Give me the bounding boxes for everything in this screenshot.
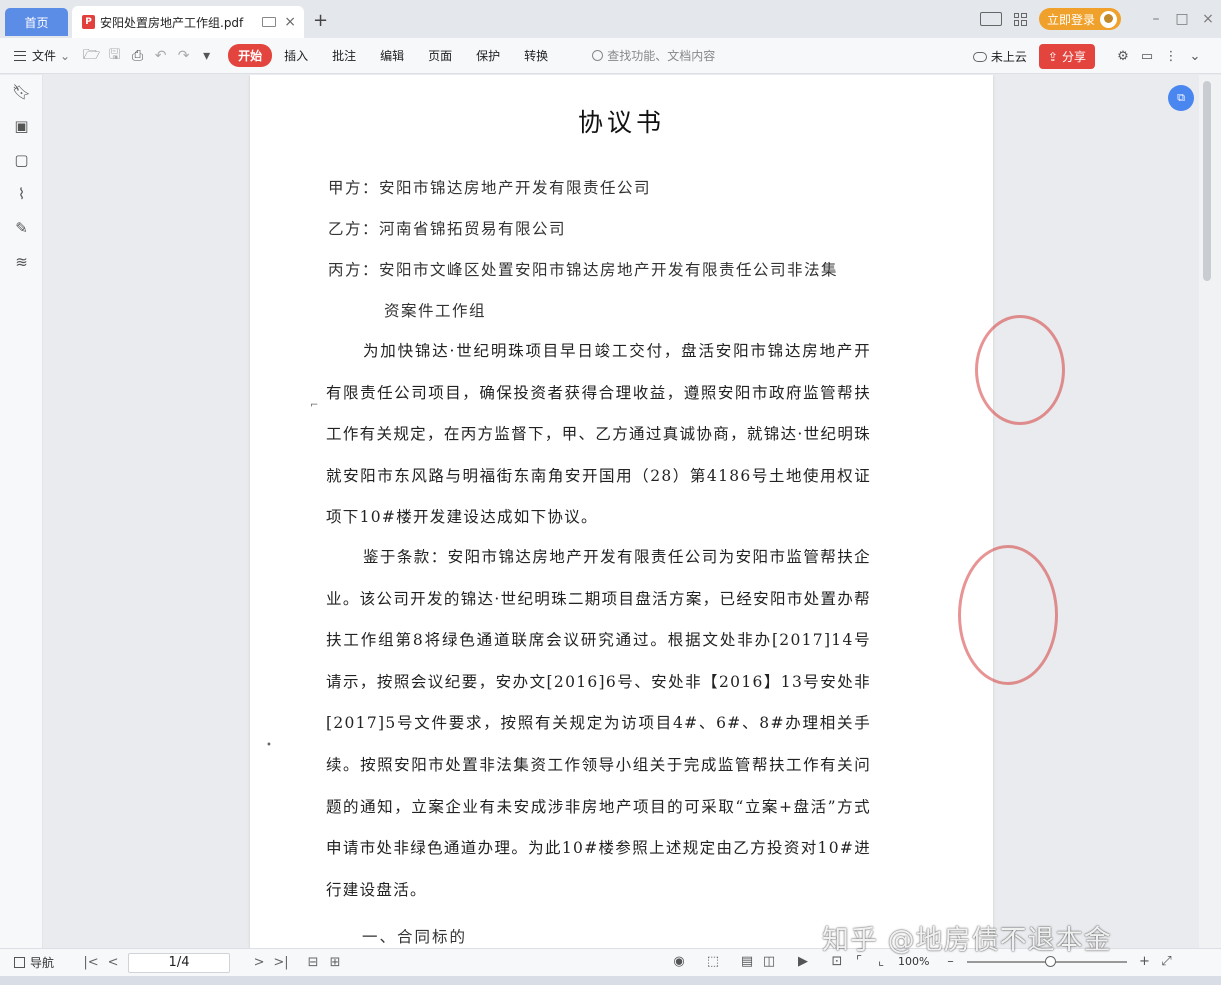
watermark: 知乎 @地房债不退本金 xyxy=(822,925,1112,956)
file-menu-label: 文件 xyxy=(32,49,57,63)
avatar-icon xyxy=(1100,10,1117,28)
tab-document[interactable]: P 安阳处置房地产工作组.pdf × xyxy=(72,6,304,38)
red-seal-stamp xyxy=(975,315,1065,425)
eye-protect-icon[interactable]: ◉ xyxy=(668,954,690,969)
scrollbar-thumb[interactable] xyxy=(1203,81,1211,281)
search-input[interactable]: 查找功能、文档内容 xyxy=(592,47,715,64)
single-page-icon[interactable]: ⬚ xyxy=(702,954,724,969)
cloud-icon xyxy=(972,51,987,62)
tab-protect[interactable]: 保护 xyxy=(476,47,500,64)
file-menu[interactable]: 文件 ⌄ xyxy=(14,47,70,64)
cloud-status[interactable]: 未上云 xyxy=(972,48,1027,65)
next-page-icon[interactable]: > xyxy=(248,955,270,970)
document-title: 协议书 xyxy=(577,108,665,137)
scan-mark: • xyxy=(266,740,272,751)
left-sidebar: 🔖︎ ▣ ▢ ⌇ ✎ ≋ xyxy=(0,75,43,948)
signature-icon[interactable]: ✎ xyxy=(0,211,43,245)
pdf-file-icon: P xyxy=(82,15,95,29)
minimize-button[interactable]: – xyxy=(1143,11,1169,27)
document-viewport[interactable]: 协议书 甲方：安阳市锦达房地产开发有限责任公司 乙方：河南省锦拓贸易有限公司 丙… xyxy=(44,75,1199,948)
tab-annotate[interactable]: 批注 xyxy=(332,47,356,64)
zoom-slider[interactable] xyxy=(967,955,1128,967)
main-toolbar: 文件 ⌄ 🗁 🖫 ⎙ ↶ ↷ ▾ 开始 插入 批注 编辑 页面 保护 转换 查找… xyxy=(0,38,1221,74)
save-icon[interactable]: 🖫 xyxy=(103,44,126,68)
more-quick-tools-icon[interactable]: ▾ xyxy=(195,48,218,64)
tab-edit[interactable]: 编辑 xyxy=(380,47,404,64)
close-button[interactable]: × xyxy=(1195,11,1221,27)
cloud-status-label: 未上云 xyxy=(990,50,1027,64)
vertical-scrollbar[interactable] xyxy=(1199,75,1221,948)
collapse-chevron-icon[interactable]: ⌄ xyxy=(1183,49,1207,64)
play-icon[interactable]: ▶ xyxy=(792,954,814,969)
prev-page-icon[interactable]: < xyxy=(102,955,124,970)
navigation-toggle[interactable]: 导航 xyxy=(14,954,54,971)
share-label: 分享 xyxy=(1061,50,1086,64)
floating-tool-button[interactable]: ⧉ xyxy=(1168,85,1194,111)
share-icon: ⇪ xyxy=(1047,49,1058,64)
login-label: 立即登录 xyxy=(1046,12,1095,27)
zoom-slider-handle[interactable] xyxy=(1045,955,1057,967)
tab-start[interactable]: 开始 xyxy=(228,44,273,67)
tab-document-title: 安阳处置房地产工作组.pdf xyxy=(100,15,244,30)
undo-icon[interactable]: ↶ xyxy=(149,48,172,64)
titlebar-controls: 立即登录 – □ × xyxy=(979,6,1221,32)
apps-grid-icon[interactable] xyxy=(1013,12,1027,26)
toolbar-right: 未上云 ⇪ 分享 ⚙ ▭ ⋮ ⌄ xyxy=(972,44,1207,69)
tab-home[interactable]: 首页 xyxy=(5,8,68,36)
first-page-icon[interactable]: |< xyxy=(80,955,102,970)
tab-bar: 首页 P 安阳处置房地产工作组.pdf × + 立即登录 – □ × xyxy=(0,0,1221,38)
search-placeholder: 查找功能、文档内容 xyxy=(607,49,716,63)
attachment-icon[interactable]: ⌇ xyxy=(0,177,43,211)
party-c-line1: 丙方：安阳市文峰区处置安阳市锦达房地产开发有限责任公司非法集 xyxy=(328,261,839,279)
more-icon[interactable]: ⋮ xyxy=(1159,49,1183,64)
tab-page[interactable]: 页面 xyxy=(428,47,452,64)
navigation-label: 导航 xyxy=(30,956,55,970)
tab-close-icon[interactable]: × xyxy=(284,14,296,30)
last-page-icon[interactable]: >| xyxy=(270,955,292,970)
scan-mark: ⌐ xyxy=(310,400,319,411)
party-a: 甲方：安阳市锦达房地产开发有限责任公司 xyxy=(328,179,652,197)
pdf-page: 协议书 甲方：安阳市锦达房地产开发有限责任公司 乙方：河南省锦拓贸易有限公司 丙… xyxy=(250,75,1065,948)
party-c-line2: 资案件工作组 xyxy=(384,302,487,320)
fullscreen-icon[interactable]: ⤢ xyxy=(1155,954,1177,969)
bookmark-icon[interactable]: 🔖︎ xyxy=(0,75,43,109)
paragraph-2: 鉴于条款：安阳市锦达房地产开发有限责任公司为安阳市监管帮扶企业。该公司开发的锦达… xyxy=(326,548,872,899)
party-b: 乙方：河南省锦拓贸易有限公司 xyxy=(328,220,567,238)
nav-panel-icon xyxy=(14,957,25,968)
search-icon xyxy=(592,50,604,61)
comment-panel-icon[interactable]: ▢ xyxy=(0,143,43,177)
login-button[interactable]: 立即登录 xyxy=(1038,8,1121,30)
settings-icon[interactable]: ⚙ xyxy=(1111,49,1135,64)
print-icon[interactable]: ⎙ xyxy=(126,48,149,64)
layers-icon[interactable]: ≋ xyxy=(0,245,43,279)
window-layout-icon[interactable] xyxy=(979,12,1002,26)
menu-icon xyxy=(14,50,26,61)
open-folder-icon[interactable]: 🗁 xyxy=(80,44,103,68)
page-number-input[interactable]: 1/4 xyxy=(128,952,231,973)
thumbnail-icon[interactable]: ▣ xyxy=(0,109,43,143)
comment-icon[interactable]: ▭ xyxy=(1135,49,1159,64)
tab-pin-icon[interactable] xyxy=(262,17,277,27)
enter-page-icon[interactable]: ⊞ xyxy=(324,955,346,970)
page-view-icon[interactable]: ▤ xyxy=(736,954,758,969)
os-taskbar xyxy=(0,976,1221,985)
zoom-in-icon[interactable]: + xyxy=(1133,954,1155,969)
new-tab-button[interactable]: + xyxy=(313,10,328,31)
tab-convert[interactable]: 转换 xyxy=(524,47,548,64)
tab-insert[interactable]: 插入 xyxy=(284,47,308,64)
paragraph-1: 为加快锦达·世纪明珠项目早日竣工交付，盘活安阳市锦达房地产开有限责任公司项目，确… xyxy=(326,342,871,527)
share-button[interactable]: ⇪ 分享 xyxy=(1038,44,1095,69)
exit-page-icon[interactable]: ⊟ xyxy=(302,955,324,970)
two-page-icon[interactable]: ◫ xyxy=(758,954,780,969)
maximize-button[interactable]: □ xyxy=(1169,11,1195,27)
chevron-down-icon: ⌄ xyxy=(60,48,71,63)
section-heading-1: 一、合同标的 xyxy=(362,928,468,946)
redo-icon[interactable]: ↷ xyxy=(172,48,195,64)
red-seal-stamp xyxy=(958,545,1058,685)
